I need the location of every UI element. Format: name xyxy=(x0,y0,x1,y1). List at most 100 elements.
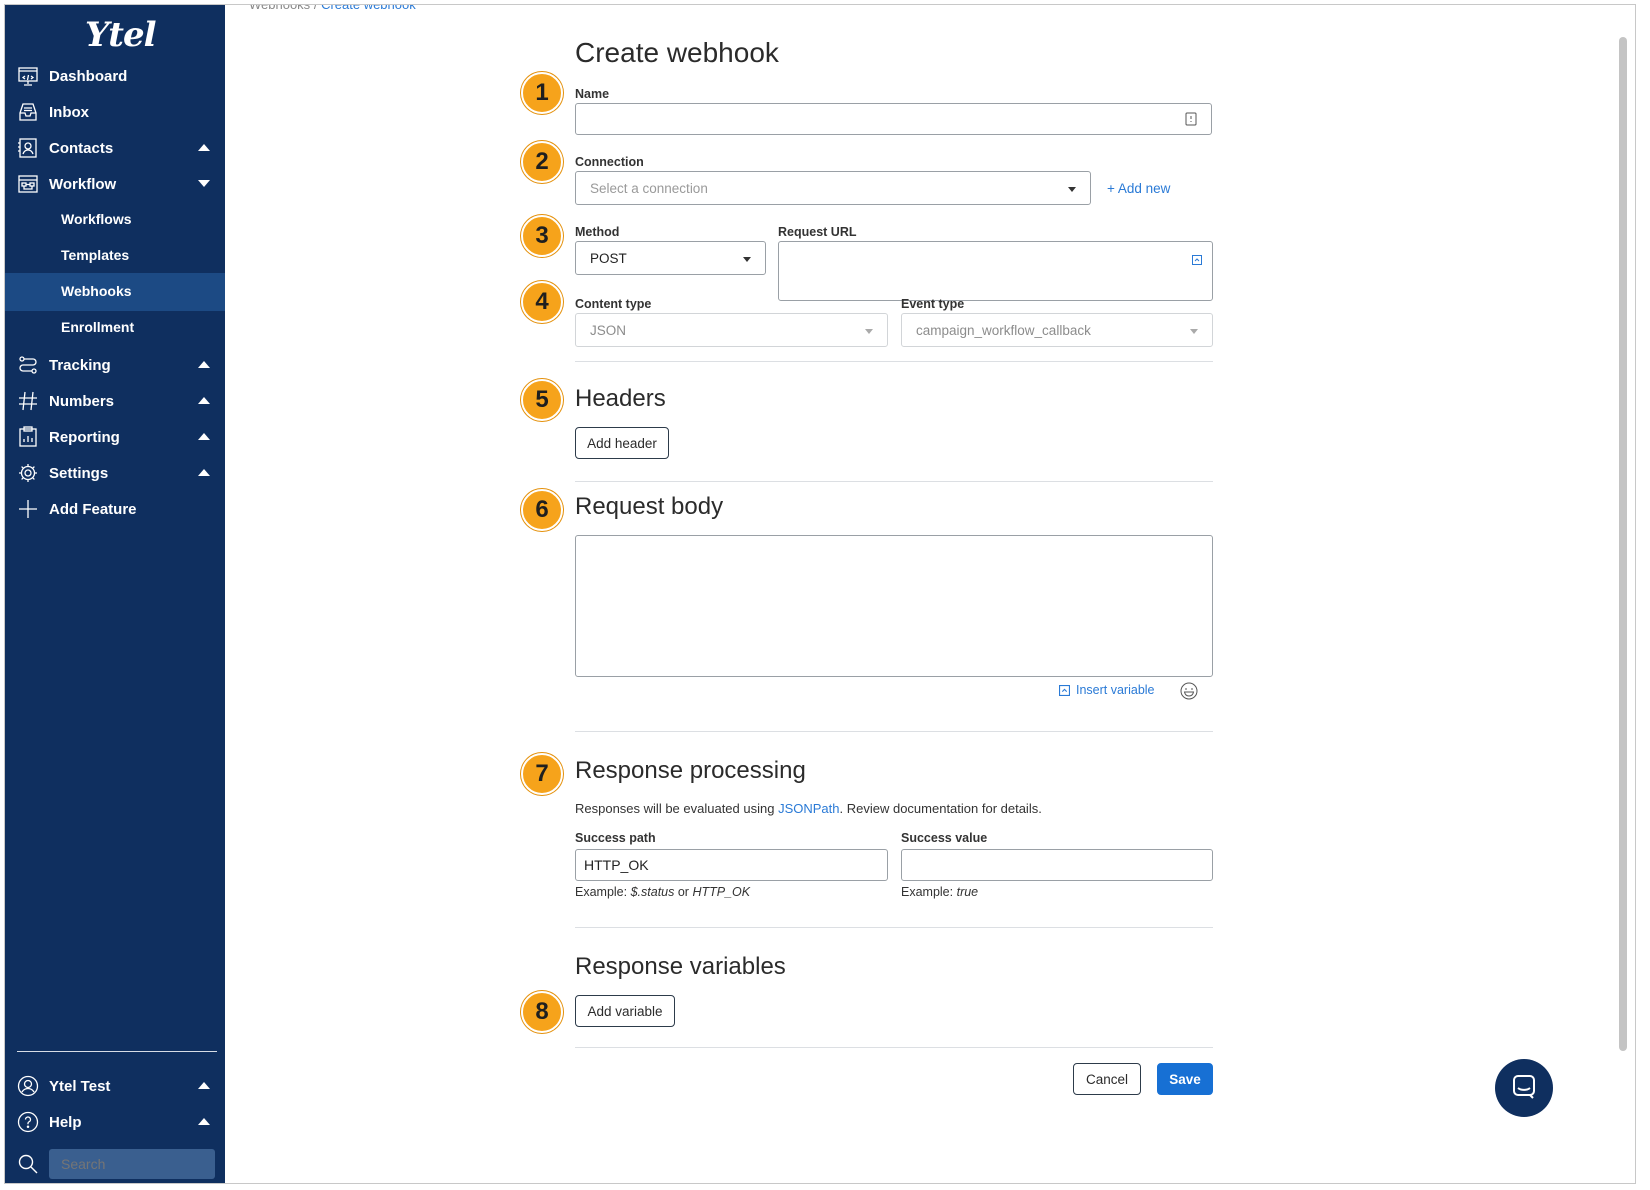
nav-contacts[interactable]: Contacts xyxy=(5,129,225,167)
section-divider xyxy=(575,1047,1213,1048)
chevron-down-icon[interactable] xyxy=(198,180,210,187)
chevron-up-icon[interactable] xyxy=(198,1082,210,1089)
sub-label: Enrollment xyxy=(61,319,135,335)
inbox-icon xyxy=(19,103,37,121)
add-new-connection-link[interactable]: + Add new xyxy=(1107,181,1170,196)
success-path-field[interactable]: HTTP_OK xyxy=(575,849,888,881)
section-divider xyxy=(575,927,1213,928)
hash-icon xyxy=(19,391,37,411)
nav-help[interactable]: Help xyxy=(5,1103,225,1141)
chevron-up-icon[interactable] xyxy=(198,433,210,440)
chevron-up-icon[interactable] xyxy=(198,1118,210,1125)
nav-label: Settings xyxy=(49,464,109,482)
example-or: or xyxy=(674,885,693,899)
workflow-icon xyxy=(18,175,38,193)
connection-select[interactable]: Select a connection xyxy=(575,171,1091,205)
add-header-button[interactable]: Add header xyxy=(575,427,669,459)
chevron-up-icon[interactable] xyxy=(198,397,210,404)
nav-tracking[interactable]: Tracking xyxy=(5,346,225,384)
connection-label: Connection xyxy=(575,155,644,169)
step-badge-8: 8 xyxy=(521,991,563,1033)
chat-launcher-button[interactable] xyxy=(1495,1059,1553,1117)
ytel-logo[interactable]: Ytel xyxy=(85,15,157,55)
add-variable-button[interactable]: Add variable xyxy=(575,995,675,1027)
nav-numbers[interactable]: Numbers xyxy=(5,382,225,420)
headers-title: Headers xyxy=(575,385,666,412)
app-window: Ytel Dashboard Inbox Contacts Workflow W… xyxy=(4,4,1636,1184)
response-variables-title: Response variables xyxy=(575,953,786,980)
method-value: POST xyxy=(590,251,627,266)
caret-down-icon xyxy=(1190,329,1198,334)
save-button[interactable]: Save xyxy=(1157,1063,1213,1095)
gear-icon xyxy=(19,464,37,482)
breadcrumb-parent[interactable]: Webhooks xyxy=(249,5,310,12)
nav-settings[interactable]: Settings xyxy=(5,454,225,492)
content-type-label: Content type xyxy=(575,297,652,311)
request-body-textarea[interactable] xyxy=(575,535,1213,677)
nav-label: Workflow xyxy=(49,175,117,193)
chevron-up-icon[interactable] xyxy=(198,361,210,368)
event-type-value: campaign_workflow_callback xyxy=(916,323,1091,338)
success-value-field[interactable] xyxy=(901,849,1213,881)
breadcrumb: Webhooks / Create webhook xyxy=(249,5,416,12)
sidebar-item-webhooks[interactable]: Webhooks xyxy=(5,273,225,311)
success-path-value: HTTP_OK xyxy=(584,857,649,873)
nav-label: Tracking xyxy=(49,356,111,374)
sidebar-item-templates[interactable]: Templates xyxy=(5,237,225,275)
sidebar-divider xyxy=(17,1051,217,1052)
nav-reporting[interactable]: Reporting xyxy=(5,418,225,456)
nav-account[interactable]: Ytel Test xyxy=(5,1067,225,1105)
breadcrumb-current[interactable]: Create webhook xyxy=(321,5,416,12)
nav-label: Ytel Test xyxy=(49,1077,111,1095)
jsonpath-link[interactable]: JSONPath xyxy=(778,801,839,816)
page-title: Create webhook xyxy=(575,37,779,68)
chat-icon xyxy=(1513,1075,1535,1099)
nav-workflow[interactable]: Workflow xyxy=(5,165,225,203)
insert-variable-icon[interactable] xyxy=(1059,685,1070,696)
sidebar-item-workflows[interactable]: Workflows xyxy=(5,201,225,239)
plus-icon xyxy=(19,500,37,518)
step-badge-7: 7 xyxy=(521,753,563,795)
success-value-label: Success value xyxy=(901,831,988,845)
sidebar-search-input[interactable] xyxy=(49,1149,215,1179)
success-path-example: Example: $.status or HTTP_OK xyxy=(575,885,750,899)
content-type-select[interactable]: JSON xyxy=(575,313,888,347)
sidebar-item-enrollment[interactable]: Enrollment xyxy=(5,309,225,347)
scrollbar[interactable] xyxy=(1619,37,1627,1051)
example-a: $.status xyxy=(630,885,675,899)
request-url-label: Request URL xyxy=(778,225,857,239)
sidebar: Ytel Dashboard Inbox Contacts Workflow W… xyxy=(5,5,225,1183)
insert-variable-link[interactable]: Insert variable xyxy=(1076,683,1155,697)
name-label: Name xyxy=(575,87,610,101)
event-type-label: Event type xyxy=(901,297,965,311)
request-url-field[interactable] xyxy=(778,241,1213,301)
content-type-value: JSON xyxy=(590,323,627,338)
nav-inbox[interactable]: Inbox xyxy=(5,93,225,131)
chevron-up-icon[interactable] xyxy=(198,144,210,151)
nav-label: Dashboard xyxy=(49,67,128,85)
contacts-icon xyxy=(18,138,37,158)
example-prefix: Example: xyxy=(901,885,957,899)
nav-dashboard[interactable]: Dashboard xyxy=(5,57,225,95)
search-icon xyxy=(18,1154,38,1174)
step-badge-4: 4 xyxy=(521,281,563,323)
step-badge-1: 1 xyxy=(521,72,563,114)
insert-variable-icon[interactable] xyxy=(1192,255,1202,265)
event-type-select[interactable]: campaign_workflow_callback xyxy=(901,313,1213,347)
cancel-button[interactable]: Cancel xyxy=(1073,1063,1141,1095)
method-label: Method xyxy=(575,225,620,239)
dashboard-icon xyxy=(18,67,38,86)
emoji-icon[interactable] xyxy=(1180,682,1198,700)
chevron-up-icon[interactable] xyxy=(198,469,210,476)
example-prefix: Example: xyxy=(575,885,631,899)
name-field[interactable] xyxy=(575,103,1212,135)
sub-label: Workflows xyxy=(61,211,132,227)
response-processing-title: Response processing xyxy=(575,757,806,784)
method-select[interactable]: POST xyxy=(575,241,766,275)
section-divider xyxy=(575,731,1213,732)
nav-add-feature[interactable]: Add Feature xyxy=(5,490,225,528)
variable-icon[interactable] xyxy=(1185,112,1197,126)
caret-down-icon xyxy=(865,329,873,334)
connection-placeholder: Select a connection xyxy=(590,181,708,196)
nav-label: Reporting xyxy=(49,428,120,446)
